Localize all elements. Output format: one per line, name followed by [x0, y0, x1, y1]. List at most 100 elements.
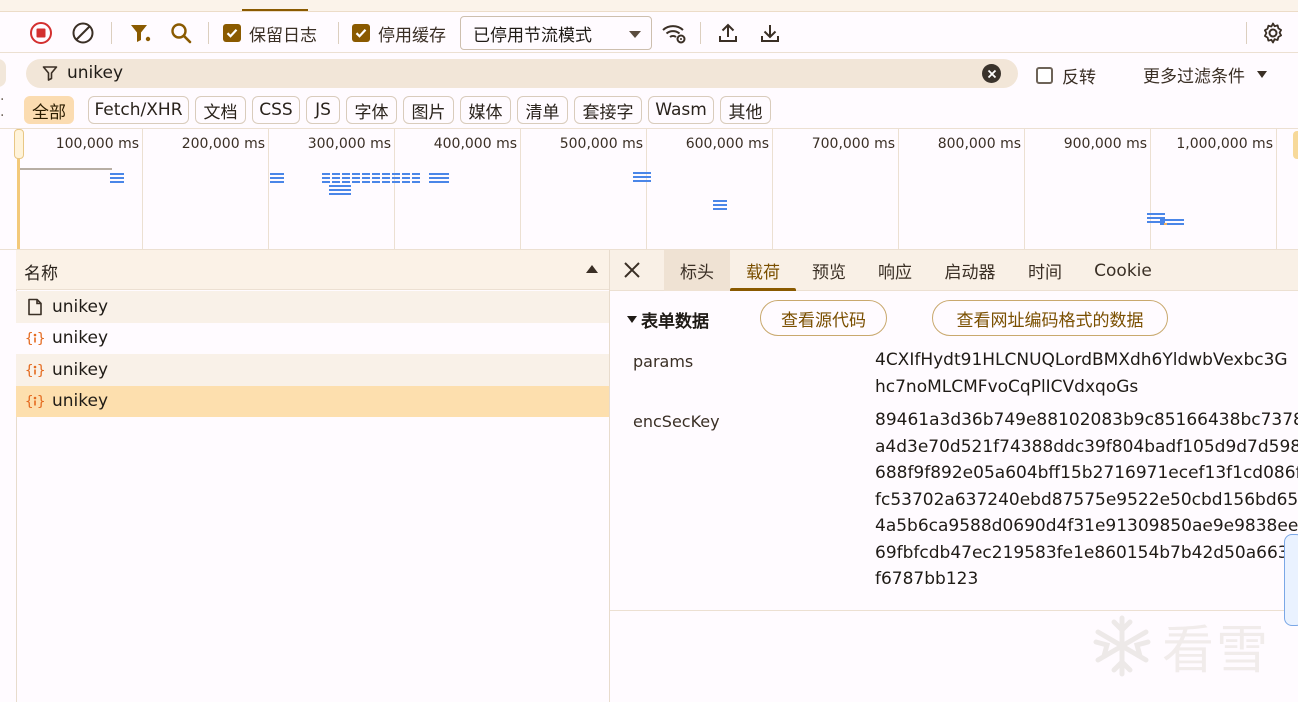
tab-timing[interactable]: 时间: [1012, 250, 1078, 291]
overview-request-bar: [402, 177, 410, 179]
button-label: 查看网址编码格式的数据: [956, 310, 1144, 331]
clear-filter-icon[interactable]: [982, 64, 1001, 83]
preserve-log-label: 保留日志: [249, 25, 317, 46]
overview-request-bar: [392, 173, 400, 175]
chip-websocket[interactable]: 套接字: [574, 96, 642, 124]
record-icon: [30, 22, 52, 44]
clear-button[interactable]: [70, 20, 96, 46]
overview-request-bar: [270, 173, 284, 175]
watermark-text: 看雪: [1162, 621, 1271, 681]
chip-all[interactable]: 全部: [24, 96, 74, 124]
overview-request-bar: [342, 173, 350, 175]
chevron-down-icon: [629, 31, 641, 38]
request-row[interactable]: {} unikey: [16, 354, 610, 386]
overview-request-bar: [362, 173, 370, 175]
overview-request-bar: [322, 177, 330, 179]
chip-label: 全部: [32, 102, 66, 123]
chip-fetch-xhr[interactable]: Fetch/XHR: [88, 96, 189, 124]
overview-request-bar: [362, 177, 370, 179]
overview-request-bar: [392, 181, 400, 183]
sort-ascending-icon: [586, 265, 598, 273]
tab-preview[interactable]: 预览: [796, 250, 862, 291]
tab-cookies[interactable]: Cookie: [1078, 250, 1168, 291]
overview-request-bars: [20, 168, 1184, 225]
overview-request-bar: [329, 193, 351, 195]
chip-other[interactable]: 其他: [720, 96, 771, 124]
request-row-selected[interactable]: {} unikey: [16, 385, 610, 417]
overview-request-bar: [352, 177, 360, 179]
invert-label: 反转: [1062, 68, 1096, 88]
chip-image[interactable]: 图片: [403, 96, 454, 124]
tab-payload[interactable]: 载荷: [730, 250, 796, 291]
chip-css[interactable]: CSS: [252, 96, 300, 124]
view-source-button[interactable]: 查看源代码: [760, 300, 887, 336]
chip-wasm[interactable]: Wasm: [648, 96, 714, 124]
tab-initiator[interactable]: 启动器: [928, 250, 1012, 291]
overview-request-bar: [270, 181, 284, 183]
import-har-button[interactable]: [715, 20, 741, 46]
sidebar-toggle[interactable]: [0, 59, 6, 87]
overview-request-bar: [1147, 213, 1165, 215]
search-button[interactable]: [168, 20, 194, 46]
expand-triangle-icon: [627, 316, 637, 323]
wifi-settings-icon: [662, 25, 686, 44]
filter-toggle-button[interactable]: [127, 20, 153, 46]
overview-request-bar: [1160, 219, 1184, 221]
request-row[interactable]: unikey: [16, 291, 610, 323]
request-name: unikey: [52, 359, 109, 380]
tab-headers[interactable]: 标头: [664, 250, 730, 291]
gear-icon: [1264, 22, 1282, 44]
tab-response[interactable]: 响应: [862, 250, 928, 291]
request-row[interactable]: {} unikey: [16, 322, 610, 354]
preserve-log-checkbox[interactable]: 保留日志: [223, 20, 317, 46]
chip-label: JS: [315, 100, 331, 120]
chip-document[interactable]: 文档: [195, 96, 246, 124]
download-icon: [761, 25, 779, 42]
watermark-logo: 看雪: [1090, 608, 1270, 683]
tab-label: 启动器: [944, 263, 996, 283]
form-data-toggle[interactable]: 表单数据: [627, 307, 709, 332]
network-toolbar: 保留日志 停用缓存 已停用节流模式: [0, 13, 1298, 53]
chip-label: Fetch/XHR: [94, 100, 183, 120]
overview-request-bar: [633, 176, 651, 178]
overview-request-bar: [329, 185, 351, 187]
overview-request-bar: [372, 181, 380, 183]
overview-request-bar: [1147, 221, 1165, 223]
network-settings-button[interactable]: [1260, 20, 1286, 46]
timeline-overview[interactable]: 100,000 ms 200,000 ms 300,000 ms 400,000 ms…: [0, 128, 1298, 250]
chip-media[interactable]: 媒体: [460, 96, 511, 124]
scroll-handle[interactable]: [1284, 534, 1298, 626]
xhr-icon: {}: [25, 360, 45, 380]
overview-request-bar: [322, 173, 330, 175]
overview-request-bar: [402, 181, 410, 183]
more-filters-dropdown[interactable]: 更多过滤条件: [1143, 62, 1267, 87]
svg-text:}: }: [37, 331, 45, 347]
export-har-button[interactable]: [757, 20, 783, 46]
filter-input[interactable]: unikey: [26, 59, 1018, 88]
chip-label: 图片: [411, 102, 446, 123]
overview-request-bar: [352, 173, 360, 175]
overview-request-bar: [1147, 217, 1165, 219]
overview-request-bar: [332, 177, 340, 179]
disable-cache-checkbox[interactable]: 停用缓存: [352, 20, 446, 46]
record-button[interactable]: [28, 20, 54, 46]
overview-request-bar: [382, 173, 390, 175]
view-url-encoded-button[interactable]: 查看网址编码格式的数据: [932, 300, 1168, 336]
chip-js[interactable]: JS: [306, 96, 340, 124]
chip-label: CSS: [259, 100, 293, 120]
close-details-button[interactable]: [622, 260, 642, 280]
toolbar-divider: [208, 22, 209, 44]
tab-label: Cookie: [1094, 260, 1152, 281]
invert-checkbox[interactable]: 反转: [1036, 63, 1096, 88]
resource-type-filters: · · 全部 Fetch/XHR 文档 CSS JS 字体 图片 媒体 清单 套接…: [0, 92, 1298, 128]
network-conditions-button[interactable]: [660, 20, 688, 46]
toolbar-divider: [338, 22, 339, 44]
chip-font[interactable]: 字体: [346, 96, 397, 124]
chip-label: 其他: [728, 102, 763, 123]
chip-manifest[interactable]: 清单: [517, 96, 568, 124]
overview-request-bar: [429, 181, 449, 183]
overview-request-bar: [429, 173, 449, 175]
name-column-header[interactable]: 名称: [16, 250, 610, 290]
throttling-select[interactable]: 已停用节流模式: [460, 16, 652, 50]
tab-label: 响应: [878, 263, 912, 283]
